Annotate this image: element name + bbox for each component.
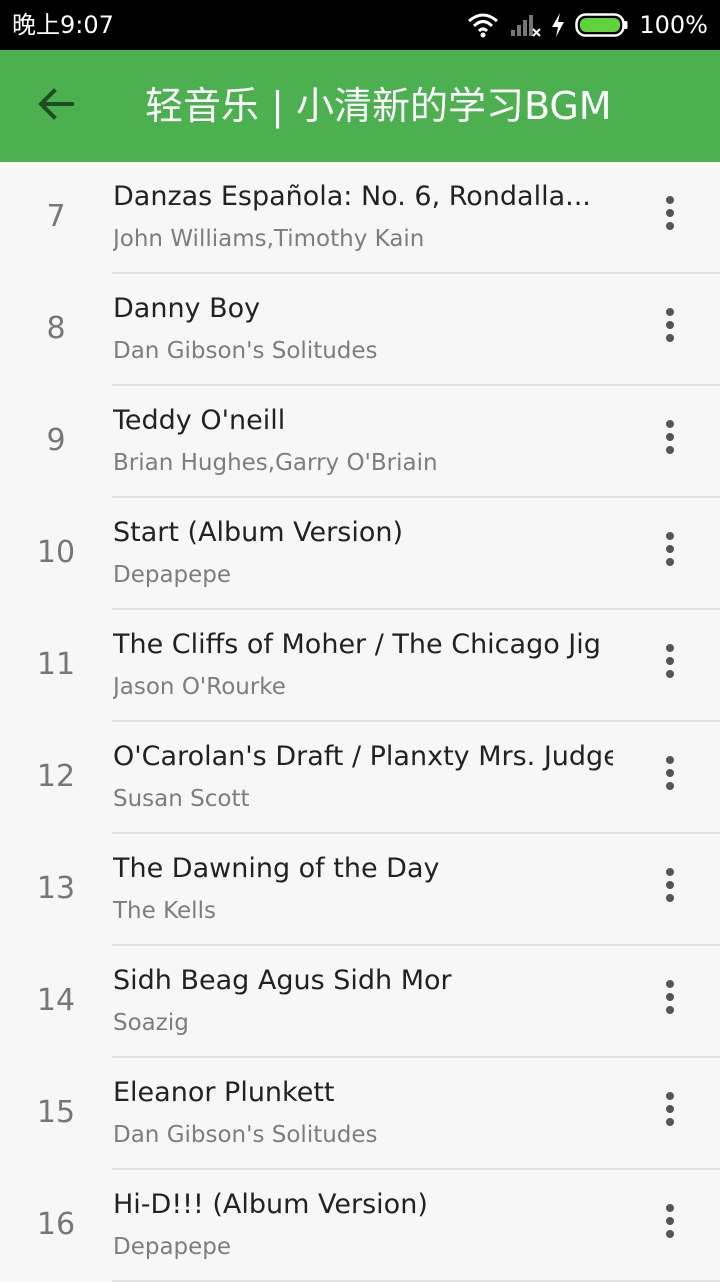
song-artist: Dan Gibson's Solitudes (113, 1122, 378, 1148)
song-title: Danny Boy (113, 293, 261, 324)
song-row[interactable]: 9 Teddy O'neill Brian Hughes,Garry O'Bri… (0, 386, 720, 498)
wifi-icon (467, 12, 499, 38)
song-title: Hi-D!!! (Album Version) (113, 1189, 428, 1220)
page-title: 轻音乐 | 小清新的学习BGM (145, 84, 612, 128)
more-options-button[interactable] (640, 740, 700, 810)
more-options-button[interactable] (640, 516, 700, 586)
app-bar: 轻音乐 | 小清新的学习BGM (0, 50, 720, 162)
song-row[interactable]: 7 Danzas Española: No. 6, Rondalla... Jo… (0, 162, 720, 274)
song-title: Teddy O'neill (113, 405, 286, 436)
song-title: Eleanor Plunkett (113, 1077, 335, 1108)
song-index: 16 (36, 1206, 76, 1242)
song-row[interactable]: 16 Hi-D!!! (Album Version) Depapepe (0, 1170, 720, 1282)
song-row[interactable]: 10 Start (Album Version) Depapepe (0, 498, 720, 610)
song-row[interactable]: 14 Sidh Beag Agus Sidh Mor Soazig (0, 946, 720, 1058)
more-vertical-icon (665, 1091, 675, 1131)
more-vertical-icon (665, 307, 675, 347)
song-artist: Depapepe (113, 562, 232, 588)
song-artist: The Kells (113, 898, 216, 924)
song-index: 9 (46, 422, 66, 458)
song-list: 7 Danzas Española: No. 6, Rondalla... Jo… (0, 162, 720, 1282)
song-title: O'Carolan's Draft / Planxty Mrs. Judge (113, 741, 613, 772)
song-row[interactable]: 13 The Dawning of the Day The Kells (0, 834, 720, 946)
song-artist: Dan Gibson's Solitudes (113, 338, 378, 364)
song-row[interactable]: 11 The Cliffs of Moher / The Chicago Jig… (0, 610, 720, 722)
battery-icon (575, 12, 629, 38)
song-index: 13 (36, 870, 76, 906)
song-index: 10 (36, 534, 76, 570)
song-artist: Brian Hughes,Garry O'Briain (113, 450, 438, 476)
song-row[interactable]: 12 O'Carolan's Draft / Planxty Mrs. Judg… (0, 722, 720, 834)
song-index: 7 (46, 198, 66, 234)
song-title: Sidh Beag Agus Sidh Mor (113, 965, 452, 996)
more-vertical-icon (665, 643, 675, 683)
more-vertical-icon (665, 1203, 675, 1243)
more-vertical-icon (665, 867, 675, 907)
more-options-button[interactable] (640, 180, 700, 250)
status-bar: 晚上9:07 100% (0, 0, 720, 50)
song-artist: Depapepe (113, 1234, 232, 1260)
song-artist: Susan Scott (113, 786, 250, 812)
more-vertical-icon (665, 419, 675, 459)
more-options-button[interactable] (640, 1188, 700, 1258)
status-icons: 100% (467, 8, 708, 42)
more-vertical-icon (665, 531, 675, 571)
more-options-button[interactable] (640, 404, 700, 474)
song-index: 15 (36, 1094, 76, 1130)
song-index: 14 (36, 982, 76, 1018)
more-options-button[interactable] (640, 1076, 700, 1146)
song-index: 12 (36, 758, 76, 794)
song-title: Danzas Española: No. 6, Rondalla... (113, 181, 591, 212)
more-vertical-icon (665, 979, 675, 1019)
more-vertical-icon (665, 195, 675, 235)
song-artist: Soazig (113, 1010, 189, 1036)
arrow-left-icon (38, 88, 74, 124)
song-row[interactable]: 15 Eleanor Plunkett Dan Gibson's Solitud… (0, 1058, 720, 1170)
more-options-button[interactable] (640, 628, 700, 698)
back-button[interactable] (22, 72, 90, 140)
song-title: Start (Album Version) (113, 517, 403, 548)
song-row[interactable]: 8 Danny Boy Dan Gibson's Solitudes (0, 274, 720, 386)
song-index: 8 (46, 310, 66, 346)
charging-bolt-icon (551, 12, 565, 38)
song-artist: Jason O'Rourke (113, 674, 286, 700)
battery-percent: 100% (639, 11, 708, 39)
song-title: The Cliffs of Moher / The Chicago Jig (113, 629, 601, 660)
song-artist: John Williams,Timothy Kain (113, 226, 425, 252)
more-options-button[interactable] (640, 292, 700, 362)
status-time: 晚上9:07 (12, 11, 114, 39)
more-options-button[interactable] (640, 852, 700, 922)
song-index: 11 (36, 646, 76, 682)
more-vertical-icon (665, 755, 675, 795)
signal-icon (509, 12, 542, 38)
more-options-button[interactable] (640, 964, 700, 1034)
song-title: The Dawning of the Day (113, 853, 440, 884)
